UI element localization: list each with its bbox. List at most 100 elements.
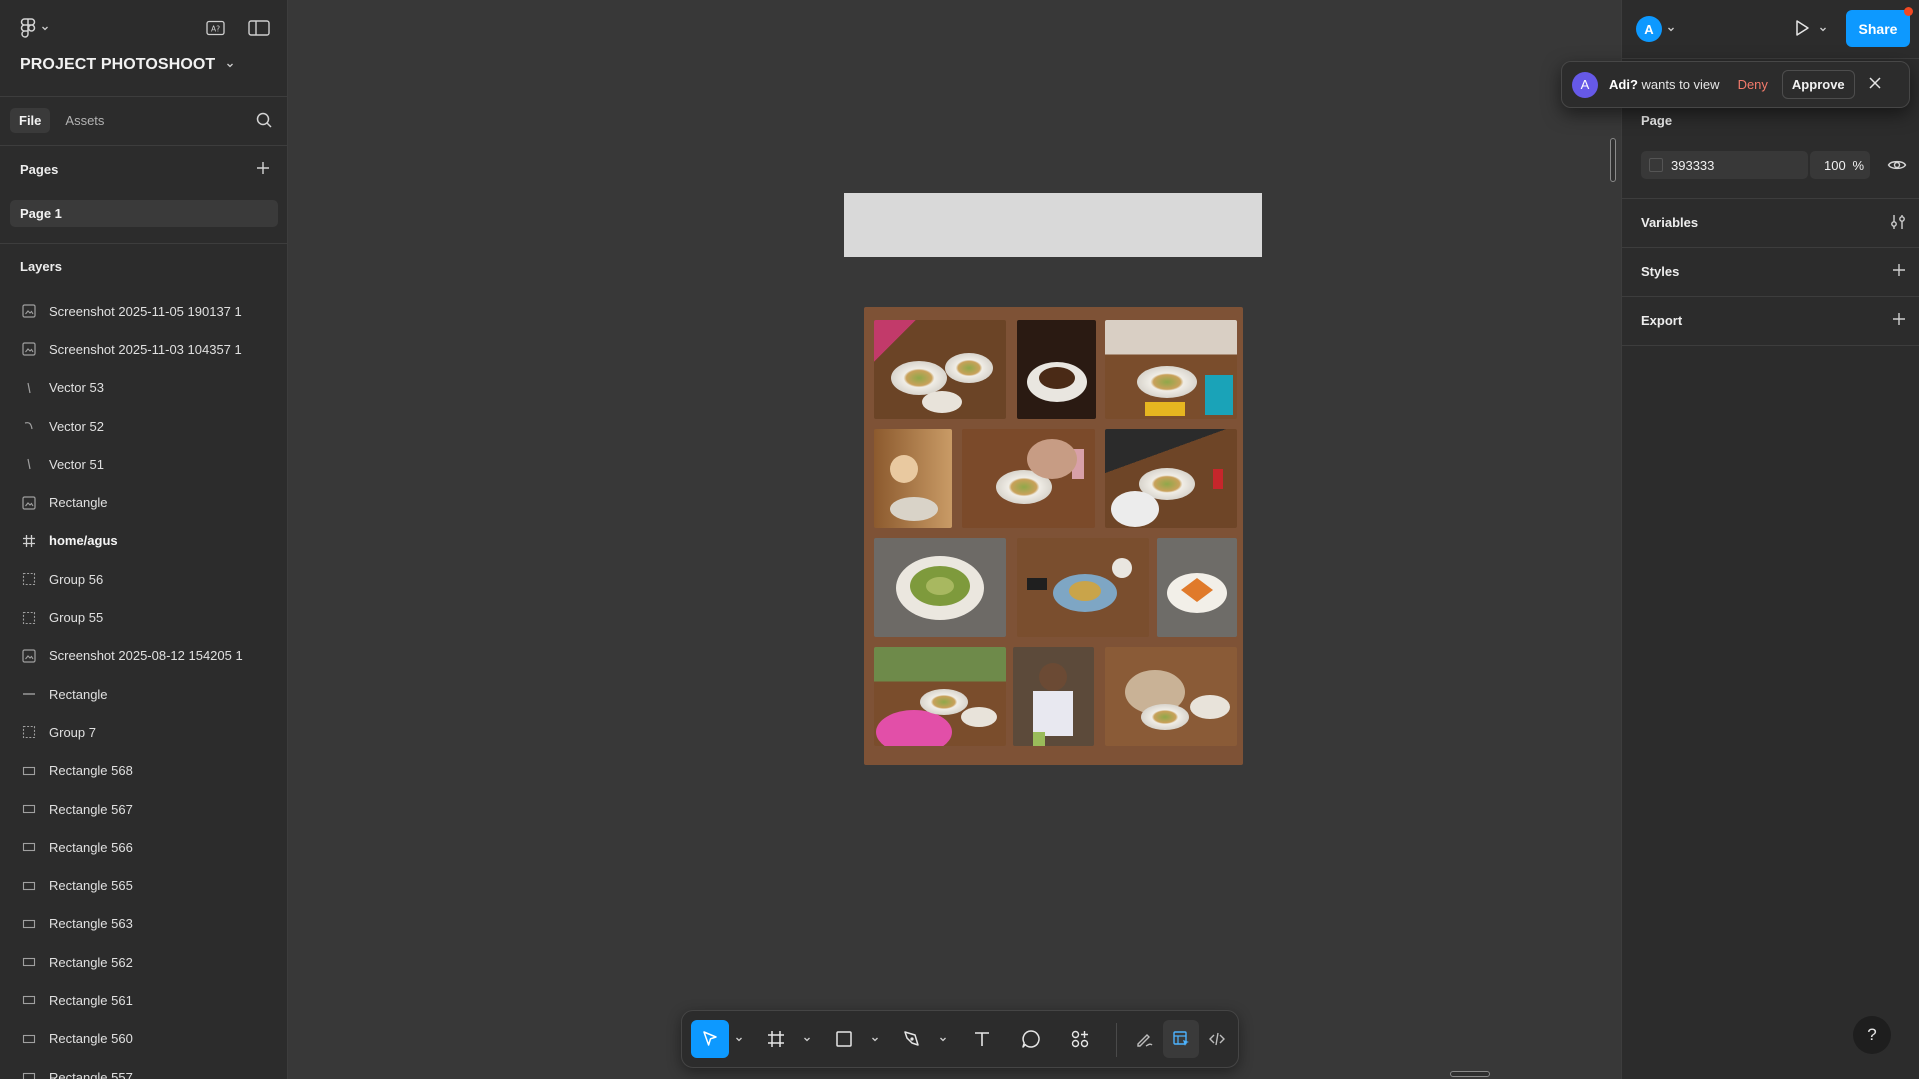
add-page-button[interactable]	[255, 160, 271, 179]
layer-item[interactable]: Group 55	[0, 598, 287, 636]
food-photo[interactable]	[1013, 647, 1094, 746]
background-opacity-field[interactable]: 100 %	[1810, 151, 1870, 179]
layer-item[interactable]: Rectangle 565	[0, 866, 287, 904]
styles-heading: Styles	[1641, 264, 1680, 279]
divider	[0, 96, 287, 97]
divider	[1622, 198, 1919, 199]
layer-item[interactable]: Group 7	[0, 713, 287, 751]
chevron-down-icon[interactable]	[1818, 24, 1828, 34]
cursor-icon	[703, 1031, 717, 1046]
horizontal-scrollbar[interactable]	[1450, 1071, 1490, 1077]
search-icon	[256, 112, 272, 128]
variables-heading: Variables	[1641, 215, 1699, 230]
vertical-scrollbar[interactable]	[1610, 138, 1616, 182]
toggle-visibility-button[interactable]	[1887, 157, 1907, 176]
layer-item[interactable]: Screenshot 2025-11-03 104357 1	[0, 330, 287, 368]
divider	[1622, 296, 1919, 297]
present-button[interactable]	[1792, 18, 1812, 41]
dev-mode-button[interactable]	[1199, 1020, 1235, 1058]
ai-assist-button[interactable]: A?	[206, 18, 226, 38]
layer-label: Rectangle 557	[49, 1069, 133, 1079]
layer-item[interactable]: Rectangle	[0, 675, 287, 713]
add-style-button[interactable]	[1891, 262, 1907, 281]
food-photo[interactable]	[1157, 538, 1237, 637]
layer-item[interactable]: home/agus	[0, 522, 287, 560]
food-photo[interactable]	[874, 320, 1006, 419]
background-color-field[interactable]: 393333	[1641, 151, 1808, 179]
rectangle-icon	[22, 764, 36, 778]
layer-item[interactable]: Rectangle 562	[0, 943, 287, 981]
search-layers-button[interactable]	[255, 111, 273, 132]
layer-item[interactable]: Rectangle 560	[0, 1020, 287, 1058]
close-toast-button[interactable]	[1867, 75, 1883, 94]
layer-item[interactable]: Screenshot 2025-08-12 154205 1	[0, 637, 287, 675]
food-photo[interactable]	[874, 429, 952, 528]
layer-item[interactable]: Screenshot 2025-11-05 190137 1	[0, 292, 287, 330]
deny-button[interactable]: Deny	[1738, 77, 1768, 92]
tab-assets[interactable]: Assets	[56, 108, 113, 133]
rectangle-icon	[22, 955, 36, 969]
user-avatar[interactable]: A	[1636, 16, 1662, 42]
layer-item[interactable]: Vector 51	[0, 445, 287, 483]
project-name-button[interactable]: PROJECT PHOTOSHOOT	[20, 56, 235, 74]
main-menu-button[interactable]	[20, 18, 50, 38]
divider	[1622, 58, 1919, 59]
layer-item[interactable]: Vector 53	[0, 369, 287, 407]
comment-tool-button[interactable]	[1012, 1020, 1050, 1058]
actions-tool-button[interactable]	[1061, 1020, 1099, 1058]
notification-dot	[1904, 7, 1913, 16]
food-photo[interactable]	[1105, 647, 1237, 746]
toggle-sidebar-button[interactable]	[248, 18, 270, 38]
frame-tool-button[interactable]	[757, 1020, 795, 1058]
text-tool-button[interactable]	[963, 1020, 1001, 1058]
layer-item[interactable]: Group 56	[0, 560, 287, 598]
pen-tool-button[interactable]	[893, 1020, 931, 1058]
shape-tool-button[interactable]	[825, 1020, 863, 1058]
open-variables-button[interactable]	[1889, 213, 1907, 234]
share-button[interactable]: Share	[1846, 10, 1910, 47]
food-photo[interactable]	[1105, 320, 1237, 419]
plus-icon	[1893, 264, 1905, 276]
divider	[0, 243, 287, 244]
plus-icon	[1893, 313, 1905, 325]
sidebar-panel-icon	[248, 20, 270, 36]
layer-item[interactable]: Rectangle 567	[0, 790, 287, 828]
group-icon	[22, 725, 36, 739]
tab-file[interactable]: File	[10, 108, 51, 133]
help-button[interactable]: ?	[1853, 1016, 1891, 1054]
food-photo[interactable]	[1017, 320, 1096, 419]
draw-mode-button[interactable]	[1127, 1020, 1163, 1058]
chevron-down-icon[interactable]	[870, 1034, 880, 1044]
canvas-rectangle[interactable]	[844, 193, 1262, 257]
food-photo[interactable]	[962, 429, 1095, 528]
move-tool-button[interactable]	[691, 1020, 729, 1058]
divider	[1622, 247, 1919, 248]
layer-item[interactable]: Rectangle 566	[0, 828, 287, 866]
photo-collage-frame[interactable]	[864, 307, 1243, 765]
food-photo[interactable]	[874, 538, 1006, 637]
food-photo[interactable]	[1105, 429, 1237, 528]
layer-item[interactable]: Rectangle 563	[0, 905, 287, 943]
chevron-down-icon[interactable]	[938, 1034, 948, 1044]
food-photo[interactable]	[874, 647, 1006, 746]
page-item[interactable]: Page 1	[10, 200, 278, 227]
page-section-heading: Page	[1641, 113, 1673, 128]
add-export-button[interactable]	[1891, 311, 1907, 330]
chevron-down-icon[interactable]	[734, 1034, 744, 1044]
layer-item[interactable]: Rectangle 557	[0, 1058, 287, 1079]
components-icon	[1071, 1030, 1089, 1048]
layer-item[interactable]: Rectangle 561	[0, 981, 287, 1019]
rectangle-icon	[22, 1032, 36, 1046]
layer-item[interactable]: Vector 52	[0, 407, 287, 445]
design-mode-button[interactable]	[1163, 1020, 1199, 1058]
layer-label: Rectangle 567	[49, 801, 133, 817]
layer-item[interactable]: Rectangle 568	[0, 752, 287, 790]
play-icon	[1796, 20, 1809, 36]
chevron-down-icon[interactable]	[1666, 24, 1676, 34]
approve-button[interactable]: Approve	[1781, 70, 1855, 99]
color-swatch[interactable]	[1649, 158, 1663, 172]
chevron-down-icon[interactable]	[802, 1034, 812, 1044]
layer-item[interactable]: Rectangle	[0, 483, 287, 521]
food-photo[interactable]	[1017, 538, 1149, 637]
access-request-message: Adi? wants to view	[1609, 77, 1720, 92]
